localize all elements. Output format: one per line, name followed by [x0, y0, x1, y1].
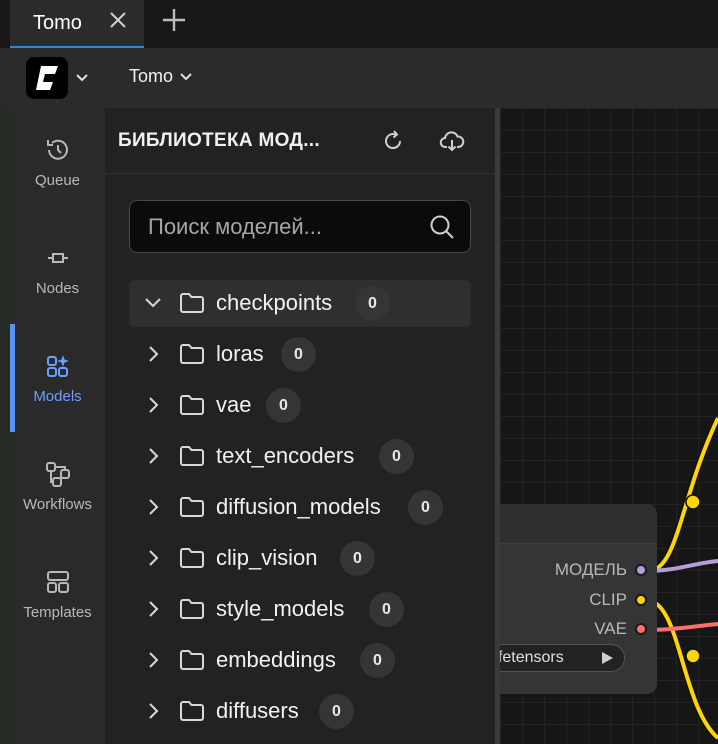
ckpt-value: afetensors	[500, 649, 564, 666]
output-port-vae[interactable]: VAE	[594, 619, 647, 639]
folder-label: embeddings	[216, 647, 336, 672]
folder-label: diffusion_models	[216, 494, 381, 519]
folder-label: style_models	[216, 596, 345, 621]
toolbar: Tomo	[0, 48, 718, 108]
port-dot[interactable]	[635, 564, 647, 576]
play-arrow-icon[interactable]	[600, 651, 614, 665]
chevron-right-icon[interactable]	[143, 395, 163, 415]
count-badge: 0	[355, 286, 390, 321]
folder-icon	[180, 650, 204, 670]
output-port-model[interactable]: МОДЕЛЬ	[555, 560, 647, 580]
count-badge: 0	[369, 592, 404, 627]
sidebar-item-workflows[interactable]: Workflows	[10, 432, 105, 540]
port-label: CLIP	[589, 590, 627, 609]
folder-row-text-encoders[interactable]: text_encoders 0	[129, 433, 471, 480]
model-library-panel: БИБЛИОТЕКА МОД... checkpoints 0 loras 0 …	[105, 108, 495, 744]
node-icon	[47, 252, 68, 263]
sidebar-item-label: Workflows	[23, 495, 92, 513]
workspace-label: Tomo	[129, 66, 174, 86]
output-port-clip[interactable]: CLIP	[589, 590, 647, 610]
search-input[interactable]	[148, 201, 418, 252]
active-indicator	[10, 324, 15, 432]
count-badge: 0	[360, 643, 395, 678]
folder-label: checkpoints	[216, 290, 333, 315]
sidebar-item-templates[interactable]: Templates	[10, 540, 105, 648]
ckpt-name-combo[interactable]: afetensors	[500, 644, 625, 672]
sidebar-item-label: Queue	[34, 171, 81, 189]
folder-icon	[180, 701, 204, 721]
folder-row-diffusers[interactable]: diffusers 0	[129, 688, 471, 735]
history-icon	[46, 139, 68, 160]
folder-row-clip-vision[interactable]: clip_vision 0	[129, 535, 471, 582]
folder-label: vae	[216, 392, 252, 417]
folder-icon	[180, 599, 204, 619]
rail-edge	[0, 108, 10, 744]
count-badge: 0	[266, 388, 301, 423]
sidebar-rail: Queue Nodes Models Workflows Templates	[0, 108, 105, 744]
folder-row-loras[interactable]: loras 0	[129, 331, 471, 378]
app-logo[interactable]	[26, 57, 68, 99]
port-dot[interactable]	[635, 623, 647, 635]
folder-label: loras	[216, 341, 264, 366]
port-label: VAE	[594, 619, 627, 638]
sidebar-item-label: Models	[33, 387, 82, 405]
folder-row-style-models[interactable]: style_models 0	[129, 586, 471, 633]
folder-label: diffusers	[216, 698, 299, 723]
count-badge: 0	[340, 541, 375, 576]
workspace-menu[interactable]: Tomo	[129, 66, 193, 87]
cloud-download-icon[interactable]	[439, 128, 465, 154]
count-badge: 0	[281, 337, 316, 372]
folder-icon	[180, 497, 204, 517]
count-badge: 0	[379, 439, 414, 474]
search-box	[129, 200, 471, 253]
workflow-icon	[45, 461, 70, 487]
chevron-right-icon[interactable]	[143, 599, 163, 619]
tab-label: Tomo	[33, 11, 82, 34]
graph-canvas[interactable]: МОДЕЛЬ CLIP VAE afetensors	[500, 108, 718, 744]
chevron-down-icon	[180, 72, 192, 80]
sidebar-item-nodes[interactable]: Nodes	[10, 216, 105, 324]
folder-row-checkpoints[interactable]: checkpoints 0	[129, 280, 471, 327]
chevron-right-icon[interactable]	[143, 548, 163, 568]
panel-header: БИБЛИОТЕКА МОД...	[105, 108, 495, 174]
sidebar-item-label: Templates	[23, 603, 92, 621]
folder-icon	[180, 548, 204, 568]
plus-icon[interactable]	[160, 6, 188, 34]
chevron-right-icon[interactable]	[143, 446, 163, 466]
count-badge: 0	[408, 490, 443, 525]
models-icon	[46, 354, 69, 377]
checkpoint-loader-node[interactable]: МОДЕЛЬ CLIP VAE afetensors	[500, 504, 657, 694]
chevron-right-icon[interactable]	[143, 497, 163, 517]
tab-bar: Tomo	[0, 0, 718, 48]
comfy-logo-icon	[36, 66, 58, 90]
folder-icon	[180, 293, 204, 313]
sidebar-item-models[interactable]: Models	[10, 324, 105, 432]
folder-row-vae[interactable]: vae 0	[129, 382, 471, 429]
node-header[interactable]	[500, 504, 657, 544]
count-badge: 0	[319, 694, 354, 729]
chevron-down-icon[interactable]	[74, 70, 90, 86]
chevron-right-icon[interactable]	[143, 650, 163, 670]
templates-icon	[46, 570, 69, 593]
folder-icon	[180, 446, 204, 466]
folder-label: clip_vision	[216, 545, 318, 570]
sidebar-item-label: Nodes	[35, 279, 80, 297]
chevron-down-icon[interactable]	[143, 293, 163, 313]
folder-row-diffusion-models[interactable]: diffusion_models 0	[129, 484, 471, 531]
close-icon[interactable]	[106, 8, 130, 32]
folder-icon	[180, 395, 204, 415]
search-icon[interactable]	[428, 213, 456, 241]
folder-row-embeddings[interactable]: embeddings 0	[129, 637, 471, 684]
chevron-right-icon[interactable]	[143, 344, 163, 364]
port-dot[interactable]	[635, 594, 647, 606]
folder-icon	[180, 344, 204, 364]
tab-tomo[interactable]: Tomo	[10, 0, 144, 48]
folder-label: text_encoders	[216, 443, 355, 468]
port-label: МОДЕЛЬ	[554, 560, 627, 579]
refresh-icon[interactable]	[380, 128, 406, 154]
panel-title: БИБЛИОТЕКА МОД...	[118, 130, 320, 151]
sidebar-item-queue[interactable]: Queue	[10, 108, 105, 216]
chevron-right-icon[interactable]	[143, 701, 163, 721]
